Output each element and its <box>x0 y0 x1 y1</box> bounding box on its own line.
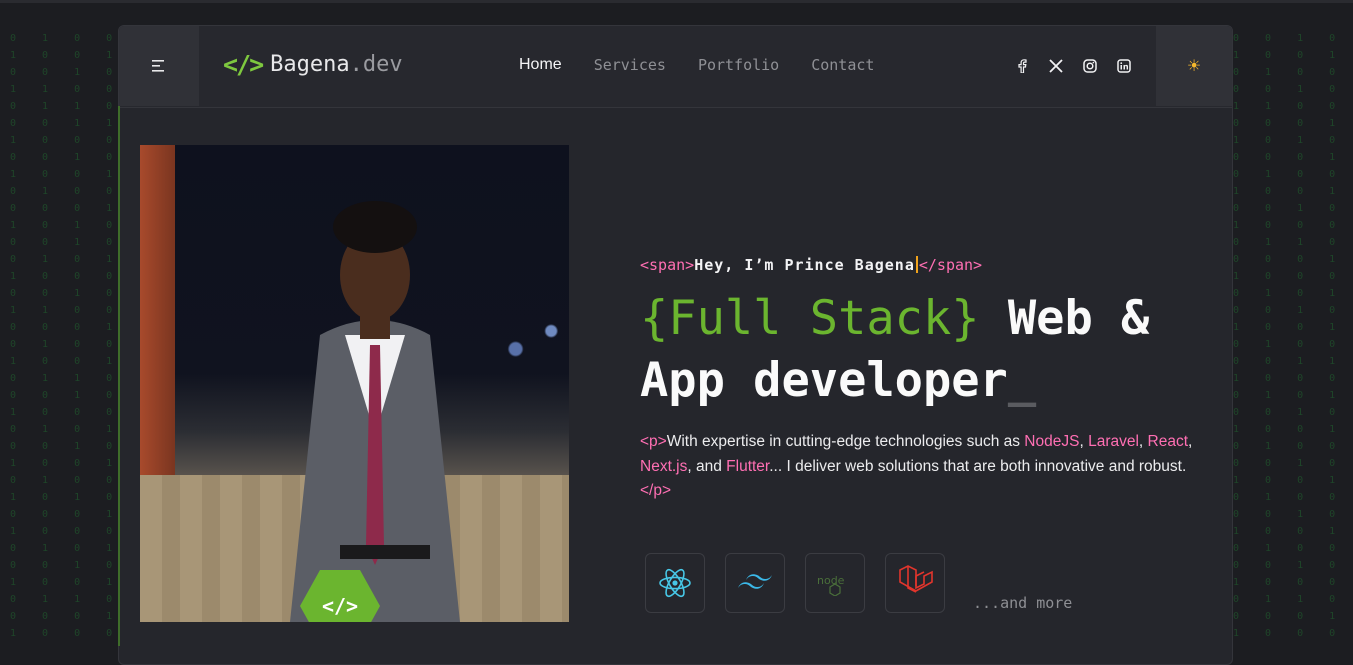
nav-portfolio[interactable]: Portfolio <box>698 56 779 74</box>
theme-toggle-button[interactable]: ☀ <box>1156 26 1232 106</box>
tech-stack: node ...and more <box>645 553 1072 613</box>
span-close-tag: </span> <box>918 256 983 274</box>
hero-title: {Full Stack} Web & App developer_ <box>640 288 1200 412</box>
nav-contact[interactable]: Contact <box>811 56 874 74</box>
social-links <box>1015 59 1131 73</box>
sun-icon: ☀ <box>1186 58 1202 75</box>
hero-description: <p>With expertise in cutting-edge techno… <box>640 430 1200 504</box>
tech-flutter-link: Flutter <box>726 457 770 475</box>
tailwind-icon[interactable] <box>725 553 785 613</box>
linkedin-icon[interactable] <box>1117 59 1131 73</box>
laravel-icon[interactable] <box>885 553 945 613</box>
matrix-background-left: 0 1 0 0 1 1 1 0 0 1 0 0 0 0 1 0 1 0 1 1 … <box>10 33 123 639</box>
span-open-tag: <span> <box>640 256 695 274</box>
p-open-tag: <p> <box>640 433 667 450</box>
main-nav: Home Services Portfolio Contact <box>519 56 906 74</box>
tech-nodejs-link: NodeJS <box>1024 433 1080 450</box>
photo-city-lights <box>480 295 569 385</box>
person-figure <box>290 201 460 622</box>
desc-text-2: ... I deliver web solutions that are bot… <box>769 457 1187 475</box>
hamburger-icon <box>152 60 164 72</box>
nav-services[interactable]: Services <box>594 56 666 74</box>
desc-sep-3: , <box>1188 433 1193 450</box>
frame-accent-line <box>118 106 120 646</box>
brand-tld: .dev <box>349 52 403 77</box>
instagram-icon[interactable] <box>1083 59 1097 73</box>
react-icon[interactable] <box>645 553 705 613</box>
hero-content: <span>Hey, I’m Prince Bagena </span> {Ful… <box>640 256 1200 504</box>
greeting-text: Hey, I’m Prince Bagena <box>694 256 915 274</box>
top-border <box>0 0 1353 3</box>
facebook-icon[interactable] <box>1015 59 1029 73</box>
menu-button[interactable] <box>119 26 199 106</box>
site-header: </> Bagena.dev Home Services Portfolio C… <box>119 26 1232 108</box>
brand-name: Bagena.dev <box>270 52 403 77</box>
code-brackets-icon: </> <box>223 50 264 79</box>
profile-photo: </> <box>140 145 569 622</box>
svg-text:node: node <box>817 574 845 587</box>
site-logo[interactable]: </> Bagena.dev <box>223 50 403 79</box>
title-accent: {Full Stack} <box>640 291 980 346</box>
desc-sep-4: , and <box>687 457 727 475</box>
desc-text-1: With expertise in cutting-edge technolog… <box>666 433 1025 450</box>
nav-home[interactable]: Home <box>519 56 562 74</box>
page-frame: </> Bagena.dev Home Services Portfolio C… <box>118 25 1233 665</box>
x-icon[interactable] <box>1049 59 1063 73</box>
tech-next-link: Next.js <box>640 457 688 475</box>
tech-react-link: React <box>1147 433 1189 450</box>
photo-wall <box>140 145 175 475</box>
p-close-tag: </p> <box>640 482 672 499</box>
title-cursor: _ <box>1007 353 1037 408</box>
tech-laravel-link: Laravel <box>1088 433 1139 450</box>
nodejs-icon[interactable]: node <box>805 553 865 613</box>
typing-cursor <box>915 256 918 273</box>
desc-sep-1: , <box>1079 433 1089 450</box>
hero-greeting: <span>Hey, I’m Prince Bagena </span> <box>640 256 1200 274</box>
desc-sep-2: , <box>1138 433 1144 450</box>
title-part-2: App developer <box>640 353 1008 408</box>
more-techs-label: ...and more <box>973 594 1073 612</box>
matrix-background-right: 0 0 1 0 0 1 1 0 0 1 0 0 0 1 0 0 1 0 0 0 … <box>1233 33 1346 639</box>
title-part-1: Web & <box>979 291 1150 346</box>
